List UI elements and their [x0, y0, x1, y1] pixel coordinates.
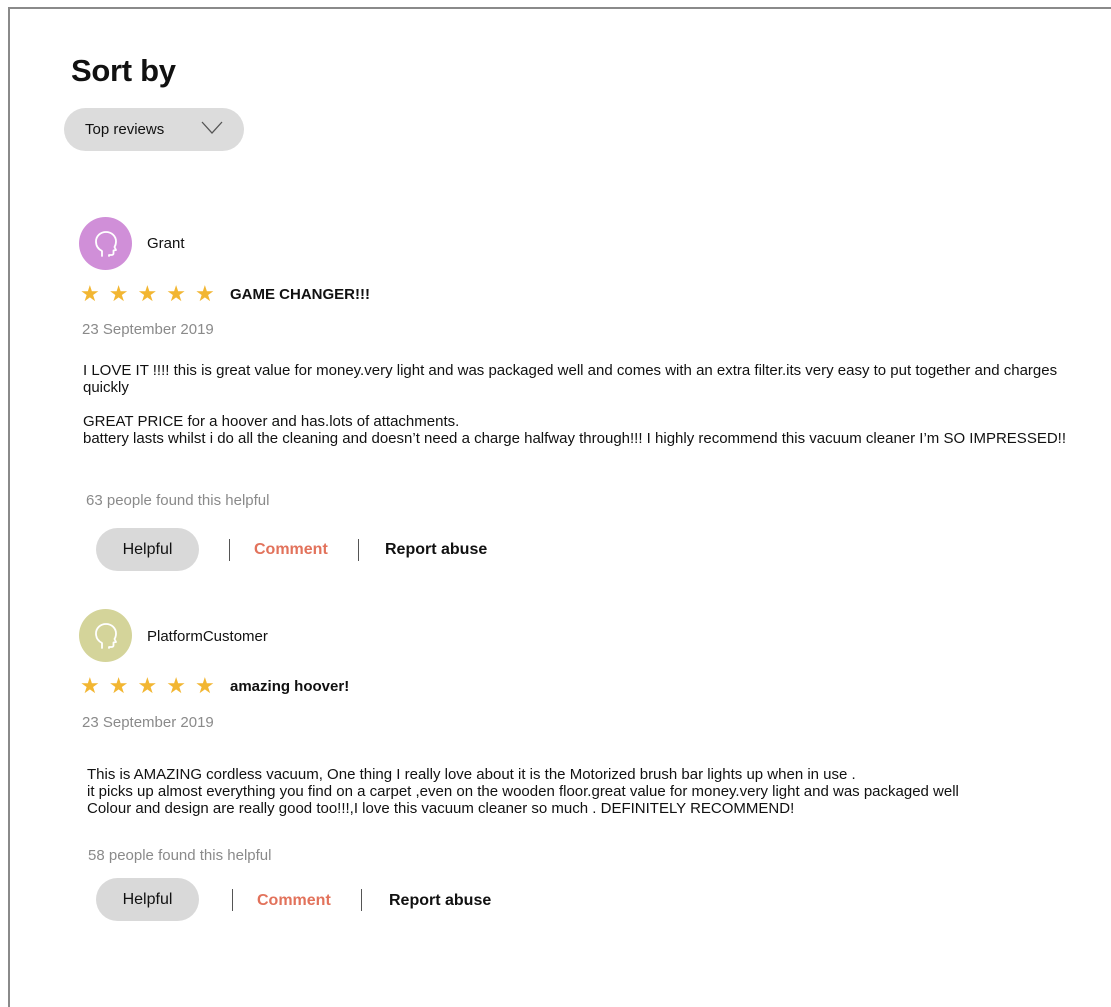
review-body-paragraph: battery lasts whilst i do all the cleani…: [83, 430, 1066, 447]
review-title: GAME CHANGER!!!: [230, 286, 370, 303]
helpful-button[interactable]: Helpful: [96, 878, 199, 921]
action-divider: [358, 539, 359, 561]
person-head-icon: [94, 230, 117, 257]
review-body-paragraph: This is AMAZING cordless vacuum, One thi…: [87, 766, 856, 783]
report-abuse-link[interactable]: Report abuse: [389, 892, 491, 910]
chevron-down-icon: [201, 121, 223, 134]
report-abuse-link[interactable]: Report abuse: [385, 541, 487, 559]
review-body-paragraph: Colour and design are really good too!!!…: [87, 800, 795, 817]
star-icon: ★: [80, 674, 100, 699]
review-body-paragraph: it picks up almost everything you find o…: [87, 783, 959, 800]
review-body: This is AMAZING cordless vacuum, One thi…: [87, 766, 1087, 817]
star-icon: ★: [108, 282, 129, 307]
review-title: amazing hoover!: [230, 678, 350, 695]
action-divider: [361, 889, 362, 911]
review-date: 23 September 2019: [82, 321, 214, 338]
avatar: [79, 217, 132, 270]
helpful-button[interactable]: Helpful: [96, 528, 199, 571]
review-body: I LOVE IT !!!! this is great value for m…: [83, 362, 1083, 447]
review-body-paragraph: GREAT PRICE for a hoover and has.lots of…: [83, 413, 460, 430]
star-icon: ★: [166, 674, 186, 699]
star-icon: ★: [137, 282, 158, 307]
sort-dropdown[interactable]: Top reviews: [64, 108, 244, 151]
star-icon: ★: [194, 282, 215, 307]
person-head-icon: [94, 622, 117, 649]
comment-link[interactable]: Comment: [254, 541, 328, 559]
review-body-paragraph: I LOVE IT !!!! this is great value for m…: [83, 362, 1058, 396]
action-divider: [232, 889, 233, 911]
sort-by-heading: Sort by: [71, 53, 176, 88]
star-icon: ★: [108, 674, 129, 699]
comment-link[interactable]: Comment: [257, 892, 331, 910]
star-icon: ★: [166, 282, 186, 307]
star-icon: ★: [137, 674, 158, 699]
star-icon: ★: [80, 282, 100, 307]
star-rating: ★ ★ ★ ★ ★: [80, 284, 215, 306]
sort-dropdown-value: Top reviews: [85, 121, 165, 138]
reviewer-name: Grant: [147, 235, 185, 252]
helpful-count: 58 people found this helpful: [88, 847, 272, 864]
review-date: 23 September 2019: [82, 714, 214, 731]
star-rating: ★ ★ ★ ★ ★: [80, 676, 215, 698]
avatar: [79, 609, 132, 662]
star-icon: ★: [194, 674, 215, 699]
action-divider: [229, 539, 230, 561]
helpful-count: 63 people found this helpful: [86, 492, 270, 509]
reviewer-name: PlatformCustomer: [147, 628, 268, 645]
